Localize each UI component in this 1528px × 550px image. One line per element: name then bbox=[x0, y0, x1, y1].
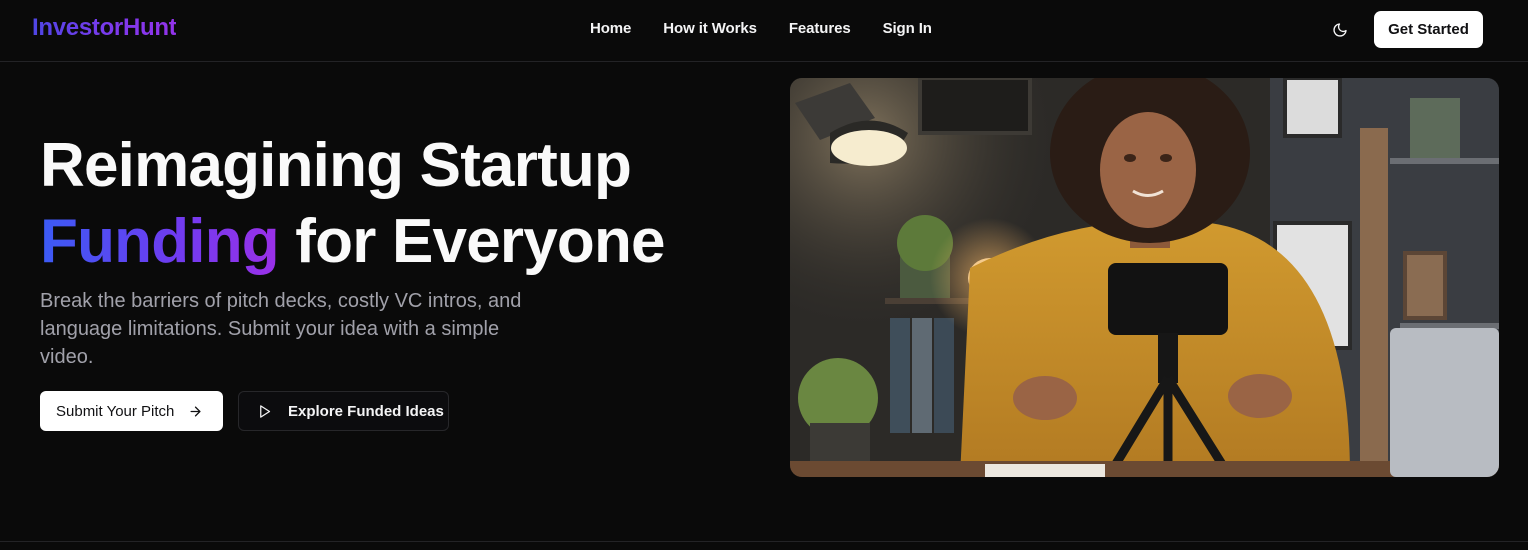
nav-how-it-works[interactable]: How it Works bbox=[663, 20, 757, 37]
nav-features[interactable]: Features bbox=[789, 20, 851, 37]
submit-pitch-button[interactable]: Submit Your Pitch bbox=[40, 391, 223, 431]
explore-funded-ideas-button[interactable]: Explore Funded Ideas bbox=[238, 391, 449, 431]
moon-icon bbox=[1333, 23, 1347, 37]
nav-sign-in[interactable]: Sign In bbox=[883, 20, 932, 37]
play-icon bbox=[260, 404, 271, 418]
explore-funded-ideas-label: Explore Funded Ideas bbox=[288, 402, 444, 420]
hero-image bbox=[790, 78, 1499, 477]
submit-pitch-label: Submit Your Pitch bbox=[56, 402, 175, 420]
site-header: InvestorHunt Home How it Works Features … bbox=[0, 0, 1528, 62]
get-started-button[interactable]: Get Started bbox=[1374, 11, 1483, 48]
hero-subtitle: Break the barriers of pitch decks, costl… bbox=[40, 290, 522, 368]
hero-title-rest: for Everyone bbox=[278, 207, 665, 276]
theme-toggle-button[interactable] bbox=[1328, 18, 1352, 42]
logo[interactable]: InvestorHunt bbox=[32, 14, 177, 42]
hero-title-accent: Funding bbox=[40, 207, 280, 276]
main-nav: Home How it Works Features Sign In bbox=[590, 20, 932, 37]
arrow-right-icon bbox=[190, 406, 201, 416]
hero-title-line1: Reimagining Startup bbox=[40, 131, 632, 200]
hero-title: Reimagining Startup Funding for Everyone bbox=[40, 128, 666, 280]
nav-home[interactable]: Home bbox=[590, 20, 631, 37]
hero-photo-illustration bbox=[790, 78, 1499, 477]
section-divider bbox=[0, 541, 1528, 542]
